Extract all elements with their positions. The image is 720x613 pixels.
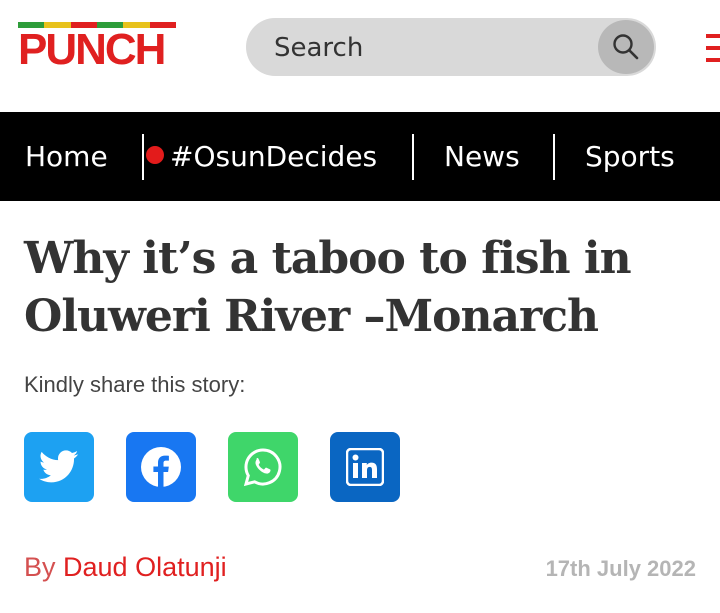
- logo-text: PUNCH: [18, 25, 166, 74]
- search-button[interactable]: [598, 20, 654, 74]
- share-whatsapp-button[interactable]: [228, 432, 298, 502]
- nav-separator: [412, 134, 414, 180]
- linkedin-icon: [346, 448, 384, 486]
- twitter-icon: [39, 450, 79, 483]
- facebook-icon: [141, 447, 181, 487]
- article-headline: Why it’s a taboo to fish in Oluweri Rive…: [24, 233, 632, 342]
- share-linkedin-button[interactable]: [330, 432, 400, 502]
- author-link[interactable]: Daud Olatunji: [63, 552, 227, 582]
- search-bar: [246, 18, 656, 78]
- search-input[interactable]: [272, 18, 576, 78]
- nav-item-sports[interactable]: Sports: [585, 112, 675, 201]
- hamburger-menu-icon[interactable]: [706, 34, 720, 68]
- article-byline: By Daud Olatunji: [24, 552, 227, 583]
- nav-separator: [142, 134, 144, 180]
- search-icon: [613, 34, 639, 60]
- share-facebook-button[interactable]: [126, 432, 196, 502]
- byline-prefix: By: [24, 552, 56, 582]
- share-label: Kindly share this story:: [24, 372, 246, 397]
- nav-item-home[interactable]: Home: [25, 112, 108, 201]
- site-header: PUNCH: [0, 0, 720, 112]
- whatsapp-icon: [243, 448, 282, 487]
- nav-separator: [553, 134, 555, 180]
- punch-logo[interactable]: PUNCH: [18, 22, 178, 74]
- nav-item-label: #OsunDecides: [170, 140, 378, 173]
- share-twitter-button[interactable]: [24, 432, 94, 502]
- live-dot-icon: [146, 146, 164, 164]
- nav-item-news[interactable]: News: [444, 112, 520, 201]
- publish-date: 17th July 2022: [545, 556, 696, 581]
- main-nav: Home #OsunDecides News Sports: [0, 112, 720, 201]
- nav-item-osundecides[interactable]: #OsunDecides: [146, 112, 377, 201]
